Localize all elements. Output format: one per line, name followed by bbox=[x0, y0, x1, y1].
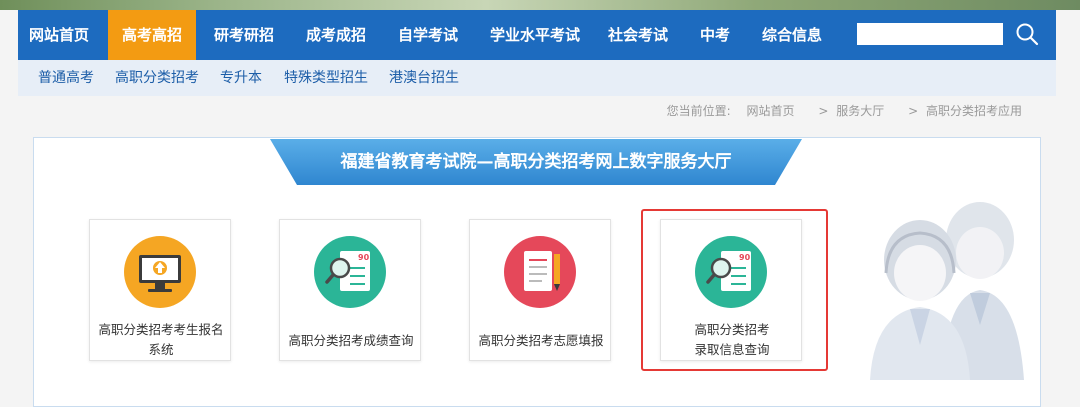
breadcrumb: 您当前位置: 网站首页 > 服务大厅 > 高职分类招考应用 bbox=[663, 101, 1022, 121]
svg-text:90: 90 bbox=[358, 253, 370, 262]
customer-service-illustration bbox=[870, 202, 1024, 380]
subnav-item-gangaotai[interactable]: 港澳台招生 bbox=[389, 60, 459, 96]
breadcrumb-separator: > bbox=[908, 104, 919, 118]
nav-chengkao[interactable]: 成考成招 bbox=[296, 10, 376, 60]
nav-home[interactable]: 网站首页 bbox=[18, 10, 100, 60]
nav-zixue[interactable]: 自学考试 bbox=[388, 10, 468, 60]
breadcrumb-current: 高职分类招考应用 bbox=[925, 104, 1022, 118]
search-input[interactable] bbox=[857, 23, 1003, 45]
panel-title-banner: 福建省教育考试院—高职分类招考网上数字服务大厅 bbox=[270, 139, 802, 185]
subnav-item-zhuanshengben[interactable]: 专升本 bbox=[220, 60, 262, 96]
nav-xueye[interactable]: 学业水平考试 bbox=[480, 10, 590, 60]
top-banner-image bbox=[0, 0, 1080, 10]
form-pencil-icon bbox=[504, 236, 576, 308]
highlight-box bbox=[641, 209, 828, 371]
subnav-item-teshu[interactable]: 特殊类型招生 bbox=[284, 60, 368, 96]
card-label-line2: 系统 bbox=[148, 342, 174, 357]
breadcrumb-home[interactable]: 网站首页 bbox=[747, 104, 795, 118]
nav-zhongkao[interactable]: 中考 bbox=[690, 10, 740, 60]
search-button[interactable] bbox=[1012, 19, 1042, 49]
computer-upload-icon bbox=[124, 236, 196, 308]
card-score-query[interactable]: 90 高职分类招考成绩查询 bbox=[279, 219, 421, 361]
nav-gaokao[interactable]: 高考高招 bbox=[108, 10, 196, 60]
nav-zonghe[interactable]: 综合信息 bbox=[752, 10, 832, 60]
search-icon bbox=[1016, 23, 1039, 46]
card-label: 高职分类招考志愿填报 bbox=[478, 333, 604, 348]
card-label: 高职分类招考成绩查询 bbox=[288, 333, 414, 348]
subnav-item-putong[interactable]: 普通高考 bbox=[38, 60, 94, 96]
score-search-icon: 90 bbox=[314, 236, 386, 308]
card-registration[interactable]: 高职分类招考考生报名 系统 bbox=[89, 219, 231, 361]
main-nav: 网站首页 高考高招 研考研招 成考成招 自学考试 学业水平考试 社会考试 中考 … bbox=[18, 10, 1056, 60]
card-volunteer-fill[interactable]: 高职分类招考志愿填报 bbox=[469, 219, 611, 361]
breadcrumb-prefix: 您当前位置: bbox=[666, 104, 731, 118]
panel-title: 福建省教育考试院—高职分类招考网上数字服务大厅 bbox=[340, 152, 732, 172]
nav-shehui[interactable]: 社会考试 bbox=[602, 10, 674, 60]
breadcrumb-service-hall[interactable]: 服务大厅 bbox=[836, 104, 884, 118]
breadcrumb-separator: > bbox=[818, 104, 829, 118]
subnav-item-gaozhi[interactable]: 高职分类招考 bbox=[115, 60, 199, 96]
nav-yankao[interactable]: 研考研招 bbox=[204, 10, 284, 60]
sub-nav: 普通高考 高职分类招考 专升本 特殊类型招生 港澳台招生 bbox=[18, 60, 1056, 96]
card-label: 高职分类招考考生报名 bbox=[98, 322, 224, 337]
